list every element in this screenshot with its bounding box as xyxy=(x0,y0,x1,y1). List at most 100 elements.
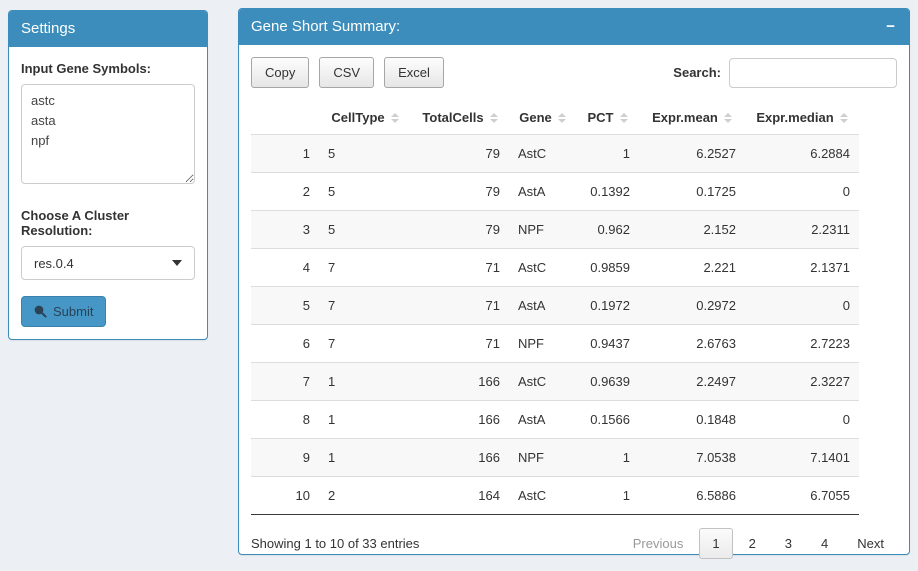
table-row: 6771NPF0.94372.67632.7223 xyxy=(251,325,859,363)
column-label: Gene xyxy=(519,110,552,125)
table-cell: 6.5886 xyxy=(639,477,745,515)
table-cell: 166 xyxy=(411,439,509,477)
pagination-previous-button[interactable]: Previous xyxy=(620,528,697,559)
submit-button[interactable]: Submit xyxy=(21,296,106,327)
pagination-next-button[interactable]: Next xyxy=(844,528,897,559)
column-label: CellType xyxy=(331,110,384,125)
gene-summary-table: CellType TotalCells Gene PCT Expr.mean Expr.m… xyxy=(251,102,859,515)
table-cell: 7 xyxy=(319,287,411,325)
export-copy-button[interactable]: Copy xyxy=(251,57,309,88)
column-label: Expr.mean xyxy=(652,110,718,125)
table-footer: Showing 1 to 10 of 33 entries Previous 1… xyxy=(251,515,897,559)
table-cell: NPF xyxy=(509,439,576,477)
export-csv-button[interactable]: CSV xyxy=(319,57,374,88)
pagination-page-1[interactable]: 1 xyxy=(699,528,732,559)
table-cell: 6.2884 xyxy=(745,135,859,173)
chevron-down-icon xyxy=(172,260,182,266)
column-header-gene[interactable]: Gene xyxy=(509,102,576,135)
settings-panel-body: Input Gene Symbols: astc asta npf Choose… xyxy=(9,47,207,339)
table-cell: 0.1725 xyxy=(639,173,745,211)
column-header-expr-mean[interactable]: Expr.mean xyxy=(639,102,745,135)
sort-icon xyxy=(840,113,848,123)
cluster-resolution-label: Choose A Cluster Resolution: xyxy=(21,208,195,238)
gene-summary-title: Gene Short Summary: xyxy=(251,18,400,36)
table-cell: 2.221 xyxy=(639,249,745,287)
table-cell: 2.2311 xyxy=(745,211,859,249)
settings-panel-header: Settings xyxy=(9,11,207,47)
table-cell: AstC xyxy=(509,135,576,173)
table-cell: 7 xyxy=(319,325,411,363)
row-index-cell: 7 xyxy=(251,363,319,401)
sort-icon xyxy=(558,113,566,123)
table-cell: 166 xyxy=(411,401,509,439)
table-info: Showing 1 to 10 of 33 entries xyxy=(251,536,419,551)
table-cell: 5 xyxy=(319,135,411,173)
column-label: TotalCells xyxy=(422,110,483,125)
column-label: Expr.median xyxy=(756,110,833,125)
table-cell: 166 xyxy=(411,363,509,401)
table-cell: 2.152 xyxy=(639,211,745,249)
search-icon xyxy=(34,305,47,318)
table-row: 3579NPF0.9622.1522.2311 xyxy=(251,211,859,249)
pagination: Previous 1234 Next xyxy=(617,528,897,559)
table-cell: 7.0538 xyxy=(639,439,745,477)
sort-icon xyxy=(490,113,498,123)
resolution-select[interactable]: res.0.4 xyxy=(21,246,195,280)
pagination-page-4[interactable]: 4 xyxy=(808,528,841,559)
table-cell: 2.3227 xyxy=(745,363,859,401)
table-cell: 7.1401 xyxy=(745,439,859,477)
row-index-cell: 4 xyxy=(251,249,319,287)
table-cell: NPF xyxy=(509,211,576,249)
table-cell: AstC xyxy=(509,363,576,401)
table-cell: 164 xyxy=(411,477,509,515)
submit-button-label: Submit xyxy=(53,304,93,319)
table-row: 81166AstA0.15660.18480 xyxy=(251,401,859,439)
row-index-cell: 6 xyxy=(251,325,319,363)
table-cell: 5 xyxy=(319,173,411,211)
table-cell: AstA xyxy=(509,401,576,439)
column-header-celltype[interactable]: CellType xyxy=(319,102,411,135)
table-header-row: CellType TotalCells Gene PCT Expr.mean Expr.m… xyxy=(251,102,859,135)
export-excel-button[interactable]: Excel xyxy=(384,57,444,88)
column-header-pct[interactable]: PCT xyxy=(576,102,639,135)
settings-panel: Settings Input Gene Symbols: astc asta n… xyxy=(8,10,208,340)
table-cell: 0 xyxy=(745,401,859,439)
row-index-cell: 2 xyxy=(251,173,319,211)
pagination-page-2[interactable]: 2 xyxy=(736,528,769,559)
table-cell: 0.9639 xyxy=(576,363,639,401)
column-header-expr-median[interactable]: Expr.median xyxy=(745,102,859,135)
gene-summary-panel: Gene Short Summary: − CopyCSVExcel Searc… xyxy=(238,8,910,555)
table-cell: 2.6763 xyxy=(639,325,745,363)
column-header-row-index[interactable] xyxy=(251,102,319,135)
table-cell: 1 xyxy=(576,439,639,477)
column-header-totalcells[interactable]: TotalCells xyxy=(411,102,509,135)
table-cell: 1 xyxy=(576,135,639,173)
table-row: 102164AstC16.58866.7055 xyxy=(251,477,859,515)
row-index-cell: 1 xyxy=(251,135,319,173)
pagination-page-3[interactable]: 3 xyxy=(772,528,805,559)
table-cell: AstA xyxy=(509,173,576,211)
collapse-minus-icon[interactable]: − xyxy=(884,20,897,34)
row-index-cell: 3 xyxy=(251,211,319,249)
table-row: 91166NPF17.05387.1401 xyxy=(251,439,859,477)
search-input[interactable] xyxy=(729,58,897,88)
gene-symbols-input[interactable]: astc asta npf xyxy=(21,84,195,184)
table-cell: NPF xyxy=(509,325,576,363)
table-cell: 79 xyxy=(411,173,509,211)
column-label: PCT xyxy=(588,110,614,125)
gene-summary-body: CopyCSVExcel Search: CellTypeTotalCellsG… xyxy=(239,45,909,571)
table-cell: 79 xyxy=(411,135,509,173)
table-cell: AstA xyxy=(509,287,576,325)
resolution-selected-value: res.0.4 xyxy=(34,256,74,271)
row-index-cell: 8 xyxy=(251,401,319,439)
table-cell: 0.1392 xyxy=(576,173,639,211)
table-cell: 1 xyxy=(319,363,411,401)
table-cell: 0.1972 xyxy=(576,287,639,325)
table-cell: 6.2527 xyxy=(639,135,745,173)
table-cell: 0.1566 xyxy=(576,401,639,439)
sort-icon xyxy=(620,113,628,123)
table-cell: 2 xyxy=(319,477,411,515)
table-cell: AstC xyxy=(509,477,576,515)
table-cell: 71 xyxy=(411,249,509,287)
table-row: 4771AstC0.98592.2212.1371 xyxy=(251,249,859,287)
